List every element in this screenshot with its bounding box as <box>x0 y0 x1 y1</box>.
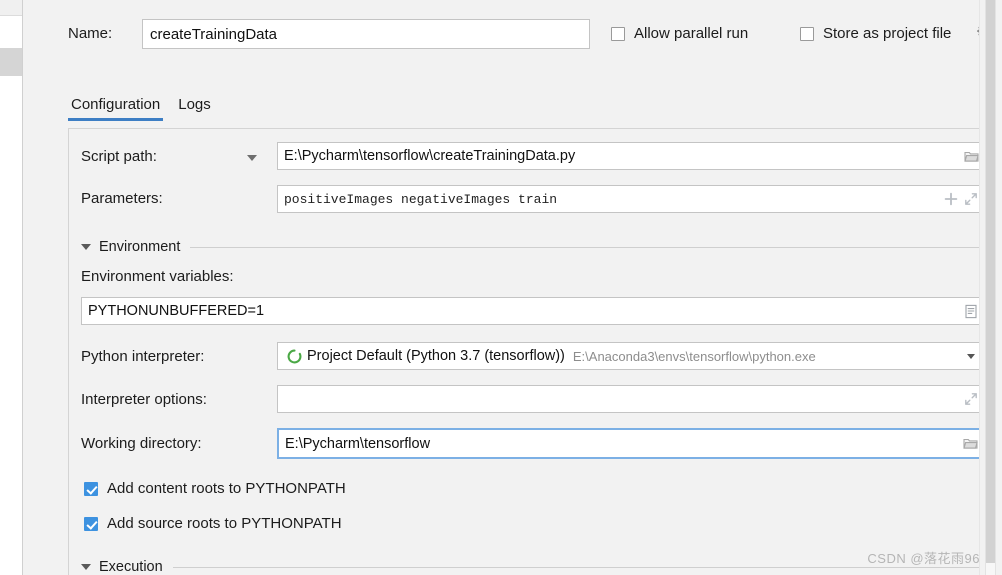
add-source-roots-checkbox-box[interactable] <box>84 516 98 531</box>
environment-variables-input[interactable]: PYTHONUNBUFFERED=1 <box>81 297 988 325</box>
vertical-scrollbar[interactable] <box>985 0 996 575</box>
tab-logs-label: Logs <box>178 96 211 113</box>
python-interpreter-label: Python interpreter: <box>81 348 205 365</box>
parameters-label: Parameters: <box>81 190 163 207</box>
working-directory-input[interactable]: E:\Pycharm\tensorflow <box>277 428 988 459</box>
tree-toolbar-strip <box>0 0 22 16</box>
configurations-tree-strip[interactable] <box>0 0 22 575</box>
allow-parallel-run-label: Allow parallel run <box>634 25 749 42</box>
execution-section-header[interactable]: Execution <box>81 559 989 575</box>
working-directory-label: Working directory: <box>81 435 202 452</box>
interpreter-options-input[interactable] <box>277 385 988 413</box>
name-label: Name: <box>68 25 113 42</box>
triangle-down-icon[interactable] <box>81 244 91 250</box>
configuration-form: Script path: E:\Pycharm\tensorflow\creat… <box>68 128 1002 575</box>
environment-section-title: Environment <box>99 239 181 255</box>
chevron-down-icon[interactable] <box>961 346 981 366</box>
configuration-tabs: Configuration Logs <box>68 96 214 121</box>
configuration-panel: Name: Allow parallel run Store as projec… <box>23 0 1002 575</box>
name-input[interactable] <box>142 19 590 49</box>
environment-section-header[interactable]: Environment <box>81 239 989 255</box>
watermark: CSDN @落花雨96 <box>867 551 980 566</box>
python-env-icon <box>284 346 304 366</box>
python-interpreter-value: Project Default (Python 3.7 (tensorflow)… <box>307 348 565 364</box>
python-interpreter-hint: E:\Anaconda3\envs\tensorflow\python.exe <box>572 348 816 364</box>
add-source-roots-checkbox[interactable]: Add source roots to PYTHONPATH <box>84 515 342 532</box>
store-as-project-file-checkbox[interactable]: Store as project file <box>800 25 951 42</box>
expand-icon[interactable] <box>961 389 981 409</box>
tab-configuration[interactable]: Configuration <box>68 96 164 121</box>
folder-icon[interactable] <box>961 146 981 166</box>
working-directory-value: E:\Pycharm\tensorflow <box>285 435 431 452</box>
parameters-input[interactable]: positiveImages negativeImages train <box>277 185 988 213</box>
tab-logs[interactable]: Logs <box>175 96 214 121</box>
python-interpreter-combo[interactable]: Project Default (Python 3.7 (tensorflow)… <box>277 342 988 370</box>
plus-icon[interactable] <box>941 189 961 209</box>
interpreter-options-label: Interpreter options: <box>81 391 207 408</box>
store-as-project-file-label: Store as project file <box>823 25 952 42</box>
expand-icon[interactable] <box>961 189 981 209</box>
vertical-scrollbar-thumb[interactable] <box>986 0 995 563</box>
store-as-project-file-checkbox-box[interactable] <box>800 26 814 41</box>
section-divider <box>190 246 989 248</box>
environment-variables-label: Environment variables: <box>81 268 234 285</box>
environment-variables-value: PYTHONUNBUFFERED=1 <box>88 303 265 319</box>
script-path-value: E:\Pycharm\tensorflow\createTrainingData… <box>284 148 576 164</box>
allow-parallel-run-checkbox-box[interactable] <box>611 26 625 41</box>
parameters-value: positiveImages negativeImages train <box>284 191 558 207</box>
run-configuration-dialog: Name: Allow parallel run Store as projec… <box>0 0 1002 575</box>
tree-selected-item[interactable] <box>0 48 22 76</box>
tab-configuration-label: Configuration <box>71 96 161 113</box>
add-content-roots-checkbox[interactable]: Add content roots to PYTHONPATH <box>84 480 346 497</box>
allow-parallel-run-checkbox[interactable]: Allow parallel run <box>611 25 748 42</box>
script-path-label: Script path: <box>81 148 157 165</box>
add-content-roots-label: Add content roots to PYTHONPATH <box>107 480 346 497</box>
folder-icon[interactable] <box>960 434 980 454</box>
script-path-dropdown-icon[interactable] <box>247 155 257 161</box>
list-edit-icon[interactable] <box>961 301 981 321</box>
execution-section-title: Execution <box>99 559 163 575</box>
script-path-input[interactable]: E:\Pycharm\tensorflow\createTrainingData… <box>277 142 988 170</box>
add-content-roots-checkbox-box[interactable] <box>84 481 98 496</box>
triangle-down-icon[interactable] <box>81 564 91 570</box>
add-source-roots-label: Add source roots to PYTHONPATH <box>107 515 342 532</box>
